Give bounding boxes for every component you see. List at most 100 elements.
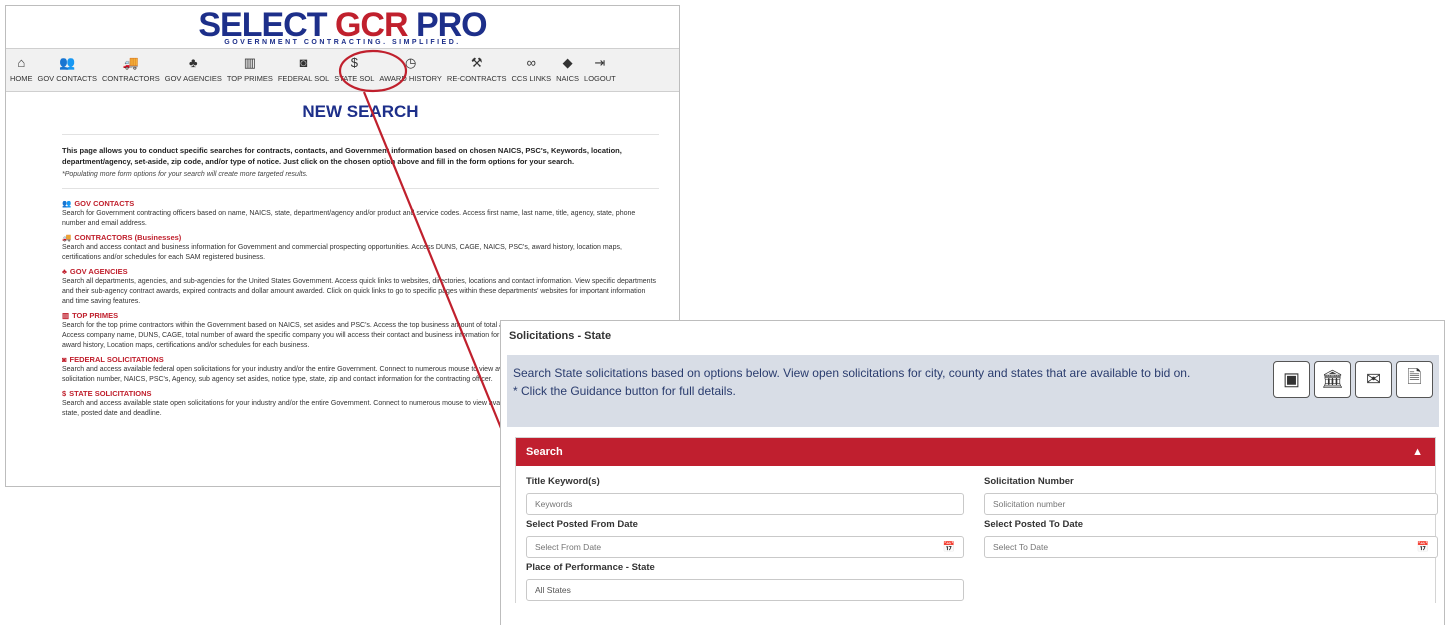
state-label: Place of Performance - State <box>526 562 655 573</box>
posted-to-label: Select Posted To Date <box>984 519 1084 530</box>
link-icon: ∞ <box>526 55 536 70</box>
dollar-icon: $ <box>350 55 358 70</box>
contact-card-icon: ▣ <box>1282 369 1300 389</box>
nav-item-ccs-links[interactable]: ∞ CCS LINKS <box>512 55 552 83</box>
section-heading[interactable]: 👥 GOV CONTACTS <box>62 199 659 209</box>
sitemap-icon: ♣ <box>189 55 198 70</box>
state-solicitations-panel: Solicitations - State Search State solic… <box>500 320 1445 625</box>
nav-item-naics[interactable]: ◆ NAICS <box>556 55 579 83</box>
banner-buttons: ▣ 🏛 ✉ 🗎 <box>1273 361 1433 398</box>
gavel-icon: ⚒ <box>470 55 483 70</box>
search-header[interactable]: Search ▲ <box>516 438 1435 466</box>
nav-item-gov-contacts[interactable]: 👥 GOV CONTACTS <box>38 55 97 83</box>
nav-item-label: GOV CONTACTS <box>37 74 97 83</box>
section-heading[interactable]: 🚚 CONTRACTORS (Businesses) <box>62 233 659 243</box>
posted-from-input[interactable] <box>535 542 943 552</box>
money-icon: ◙ <box>62 355 67 364</box>
nav-item-state-sol[interactable]: $ STATE SOL <box>334 55 374 83</box>
section-title: GOV AGENCIES <box>69 267 128 276</box>
state-select-value: All States <box>535 585 571 595</box>
section-description: Search all departments, agencies, and su… <box>62 278 657 305</box>
truck-icon: 🚚 <box>122 55 139 70</box>
panel-title: Solicitations - State <box>509 330 612 342</box>
logo[interactable]: SELECT GCR PRO GOVERNMENT CONTRACTING. S… <box>6 6 679 48</box>
users-icon: 👥 <box>62 199 72 208</box>
nav-item-gov-agencies[interactable]: ♣ GOV AGENCIES <box>165 55 222 83</box>
intro-text: This page allows you to conduct specific… <box>62 146 622 166</box>
logout-icon: ⇥ <box>594 55 606 70</box>
nav-item-award-history[interactable]: ◷ AWARD HISTORY <box>379 55 442 83</box>
nav-item-label: CONTRACTORS <box>101 74 160 83</box>
bank-icon: 🏛 <box>1321 369 1344 389</box>
mail-truck-icon: ✉ <box>1365 369 1382 389</box>
state-field: Place of Performance - State All States <box>526 562 964 601</box>
posted-from-label: Select Posted From Date <box>526 519 638 530</box>
section-title: GOV CONTACTS <box>74 199 135 208</box>
banner-text: Search State solicitations based on opti… <box>513 366 1191 380</box>
users-icon: 👥 <box>59 55 76 70</box>
section-title: CONTRACTORS (Businesses) <box>74 233 182 242</box>
search-form: Title Keyword(s) Solicitation Number Sel… <box>516 466 1438 603</box>
nav-item-label: FEDERAL SOL <box>277 74 330 83</box>
document-icon: 🗎 <box>1407 366 1422 387</box>
nav-item-logout[interactable]: ⇥ LOGOUT <box>584 55 616 83</box>
logo-tagline: GOVERNMENT CONTRACTING. SIMPLIFIED. <box>224 39 461 46</box>
posted-to-input[interactable] <box>993 542 1417 552</box>
nav-item-label: GOV AGENCIES <box>164 74 222 83</box>
main-nav: ⌂ HOME 👥 GOV CONTACTS 🚚 CONTRACTORS ♣ GOV AGENC… <box>6 48 679 92</box>
document-button[interactable]: 🗎 <box>1396 361 1433 398</box>
tags-icon: ◆ <box>562 55 573 70</box>
home-icon: ⌂ <box>17 55 26 70</box>
section-gov-agencies: ♣ GOV AGENCIES Search all departments, age… <box>62 267 659 307</box>
dollar-icon: $ <box>62 389 67 398</box>
state-select[interactable]: All States <box>526 579 964 601</box>
title-keywords-field: Title Keyword(s) <box>526 476 964 515</box>
nav-item-contractors[interactable]: 🚚 CONTRACTORS <box>102 55 160 83</box>
info-banner: Search State solicitations based on opti… <box>507 355 1439 427</box>
section-description: Search and access contact and business i… <box>62 244 622 261</box>
solicitation-number-label: Solicitation Number <box>984 476 1074 487</box>
title-keywords-input[interactable] <box>535 499 955 509</box>
collapse-icon[interactable]: ▲ <box>1412 446 1423 458</box>
section-title: FEDERAL SOLICITATIONS <box>69 355 164 364</box>
posted-from-field: Select Posted From Date 📅 <box>526 519 964 558</box>
mail-truck-button[interactable]: ✉ <box>1355 361 1392 398</box>
nav-item-re-contracts[interactable]: ⚒ RE-CONTRACTS <box>447 55 507 83</box>
nav-item-label: AWARD HISTORY <box>379 74 442 83</box>
section-description: Search for Government contracting office… <box>62 210 636 227</box>
contact-card-button[interactable]: ▣ <box>1273 361 1310 398</box>
nav-item-top-primes[interactable]: ▥ TOP PRIMES <box>227 55 273 83</box>
search-header-label: Search <box>526 446 563 458</box>
bank-button[interactable]: 🏛 <box>1314 361 1351 398</box>
section-title: STATE SOLICITATIONS <box>69 389 152 398</box>
page-title: NEW SEARCH <box>302 102 419 121</box>
nav-item-label: LOGOUT <box>584 74 616 83</box>
solicitation-number-input[interactable] <box>993 499 1429 509</box>
divider <box>62 188 659 189</box>
nav-item-label: CCS LINKS <box>511 74 552 83</box>
intro-note: *Populating more form options for your s… <box>62 171 308 178</box>
nav-item-label: RE-CONTRACTS <box>446 74 507 83</box>
clock-icon: ◷ <box>404 55 417 70</box>
section-contractors-businesses-: 🚚 CONTRACTORS (Businesses) Search and acce… <box>62 233 659 263</box>
search-section: Search ▲ Title Keyword(s) Solicitation N… <box>515 437 1438 603</box>
nav-item-label: STATE SOL <box>334 74 375 83</box>
title-keywords-label: Title Keyword(s) <box>526 476 600 487</box>
sitemap-icon: ♣ <box>62 267 67 276</box>
nav-item-label: HOME <box>10 74 33 83</box>
calendar-icon[interactable]: 📅 <box>943 542 955 553</box>
section-heading[interactable]: ♣ GOV AGENCIES <box>62 267 659 277</box>
nav-item-label: NAICS <box>556 74 580 83</box>
section-gov-contacts: 👥 GOV CONTACTS Search for Government contr… <box>62 199 659 229</box>
money-icon: ◙ <box>299 55 308 70</box>
nav-item-label: TOP PRIMES <box>226 74 273 83</box>
building-icon: ▥ <box>62 311 70 320</box>
solicitation-number-field: Solicitation Number <box>984 476 1438 515</box>
nav-item-home[interactable]: ⌂ HOME <box>10 55 33 83</box>
divider <box>62 134 659 135</box>
nav-item-federal-sol[interactable]: ◙ FEDERAL SOL <box>278 55 329 83</box>
building-icon: ▥ <box>243 55 256 70</box>
section-title: TOP PRIMES <box>72 311 119 320</box>
posted-to-field: Select Posted To Date 📅 <box>984 519 1438 558</box>
calendar-icon[interactable]: 📅 <box>1417 542 1429 553</box>
